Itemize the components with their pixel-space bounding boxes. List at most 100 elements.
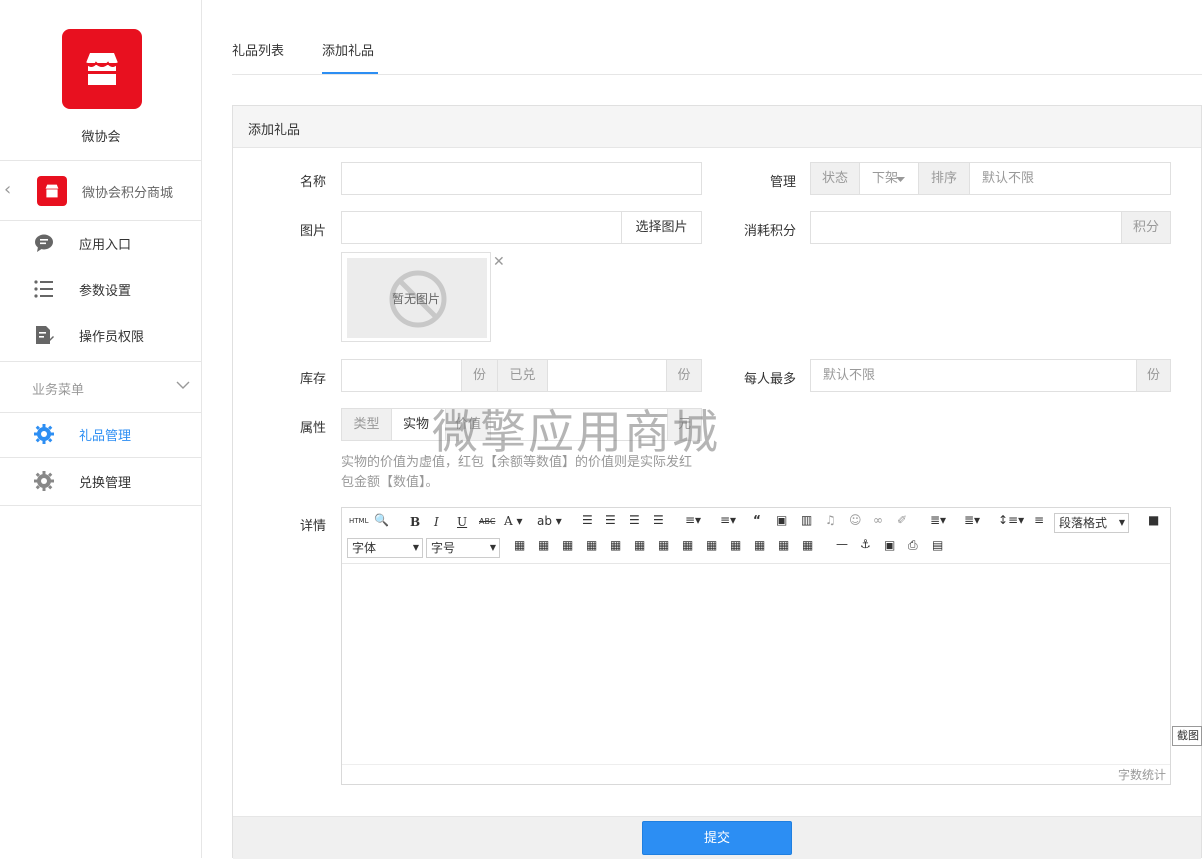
module-logo: [37, 176, 67, 206]
stock-unit: 份: [461, 359, 498, 392]
font-color-icon[interactable]: A ▾: [504, 514, 523, 528]
panel-title: 添加礼品: [248, 123, 301, 138]
chevron-left-icon[interactable]: ‹: [4, 179, 11, 200]
name-input[interactable]: [341, 162, 702, 195]
exchanged-input[interactable]: [547, 359, 668, 392]
paste-icon[interactable]: ▤: [932, 538, 943, 552]
sidebar-item-gift-management[interactable]: 礼品管理: [0, 411, 202, 457]
submit-button[interactable]: 提交: [642, 821, 792, 855]
insert-row-icon[interactable]: ▦: [586, 538, 597, 552]
sidebar-item-operator-permissions[interactable]: 操作员权限: [0, 312, 202, 358]
highlight-icon[interactable]: ab ▾: [537, 514, 562, 528]
align-left-icon[interactable]: ☰: [582, 513, 593, 527]
video-icon[interactable]: ▥: [801, 513, 812, 527]
per-person-input[interactable]: 默认不限: [810, 359, 1137, 392]
choose-image-button[interactable]: 选择图片: [621, 211, 702, 244]
horizontal-rule-icon[interactable]: —: [836, 537, 848, 551]
indent-icon[interactable]: ≡: [1034, 513, 1044, 527]
delete-row-icon[interactable]: ▦: [610, 538, 621, 552]
unordered-list-icon[interactable]: ≡▾: [720, 513, 736, 527]
align-center-icon[interactable]: ☰: [605, 513, 616, 527]
screenshot-button[interactable]: 截图: [1172, 726, 1202, 746]
paragraph-spacing-icon[interactable]: ≣▾: [930, 513, 946, 527]
delete-col-icon[interactable]: ▦: [658, 538, 669, 552]
spacing-after-icon[interactable]: ≣▾: [964, 513, 980, 527]
chat-bubble-icon: [35, 234, 53, 252]
split-cells-icon[interactable]: ▦: [754, 538, 765, 552]
attribute-label: 属性: [299, 421, 326, 436]
insert-col-icon[interactable]: ▦: [634, 538, 645, 552]
sort-input[interactable]: 默认不限: [969, 162, 1171, 195]
align-justify-icon[interactable]: ☰: [653, 513, 664, 527]
sidebar-item-label: 参数设置: [79, 284, 132, 299]
music-icon[interactable]: ♫: [825, 513, 836, 527]
editor-content-area[interactable]: [342, 565, 1170, 764]
table-props-icon[interactable]: ▦: [538, 538, 549, 552]
emoji-icon[interactable]: ☺: [849, 513, 862, 527]
sidebar-item-app-entry[interactable]: 应用入口: [0, 220, 202, 266]
insert-caption-icon[interactable]: ▦: [562, 538, 573, 552]
tab-bar: 礼品列表 添加礼品: [232, 40, 1202, 75]
detail-label: 详情: [299, 519, 326, 534]
caret-down-icon: ▼: [489, 543, 496, 552]
eraser-icon[interactable]: ✐: [897, 513, 907, 527]
html-source-button[interactable]: HTML: [349, 517, 368, 525]
app-logo: [62, 29, 142, 109]
split-cols-icon[interactable]: ▦: [802, 538, 813, 552]
points-input[interactable]: [810, 211, 1122, 244]
status-select[interactable]: 下架: [859, 162, 919, 195]
tab-gift-list[interactable]: 礼品列表: [232, 40, 292, 74]
sidebar-item-exchange-management[interactable]: 兑换管理: [0, 457, 202, 503]
shop-icon: [45, 184, 59, 198]
sidebar-item-label: 兑换管理: [79, 476, 132, 491]
merge-right-icon[interactable]: ▦: [706, 538, 717, 552]
sidebar-item-label: 操作员权限: [79, 330, 145, 345]
tab-add-gift[interactable]: 添加礼品: [322, 40, 378, 74]
font-family-select[interactable]: 字体 ▼: [347, 538, 423, 558]
tab-label: 礼品列表: [232, 44, 285, 59]
ordered-list-icon[interactable]: ≡▾: [685, 513, 701, 527]
module-label: 微协会积分商城: [82, 186, 174, 201]
form-footer: 提交: [233, 816, 1201, 859]
status-value: 下架: [872, 171, 899, 186]
image-url-input[interactable]: [341, 211, 622, 244]
exchanged-unit: 份: [666, 359, 702, 392]
italic-icon[interactable]: I: [434, 515, 439, 529]
align-right-icon[interactable]: ☰: [629, 513, 640, 527]
merge-cells-icon[interactable]: ▦: [682, 538, 693, 552]
bold-icon[interactable]: B: [410, 515, 420, 529]
split-rows-icon[interactable]: ▦: [778, 538, 789, 552]
panel-header: 添加礼品: [233, 106, 1201, 148]
underline-icon[interactable]: U: [457, 515, 467, 529]
print-icon[interactable]: ⎙: [908, 538, 918, 553]
chevron-down-icon[interactable]: [176, 380, 190, 390]
anchor-icon[interactable]: ⚓: [860, 537, 871, 551]
sidebar-item-label: 礼品管理: [79, 429, 132, 444]
module-switcher[interactable]: ‹ 微协会积分商城: [0, 160, 202, 221]
insert-image-icon[interactable]: ▣: [884, 538, 895, 552]
insert-table-icon[interactable]: ▦: [514, 538, 525, 552]
image-icon[interactable]: ▣: [776, 513, 787, 527]
merge-down-icon[interactable]: ▦: [730, 538, 741, 552]
gear-icon: [34, 471, 54, 491]
business-menu-header[interactable]: 业务菜单: [0, 361, 202, 413]
strikethrough-icon[interactable]: ABC: [479, 517, 495, 526]
divider: [0, 505, 202, 506]
stock-input[interactable]: [341, 359, 462, 392]
line-height-icon[interactable]: ↕≡▾: [998, 513, 1024, 527]
font-size-select[interactable]: 字号 ▼: [426, 538, 500, 558]
blockquote-icon[interactable]: “: [753, 513, 761, 527]
select-value: 字号: [431, 541, 456, 555]
link-icon[interactable]: ∞: [873, 513, 883, 527]
close-icon[interactable]: ✕: [493, 254, 505, 270]
fullscreen-icon[interactable]: ■: [1148, 513, 1159, 527]
sort-placeholder: 默认不限: [982, 171, 1035, 186]
paragraph-format-select[interactable]: 段落格式 ▼: [1054, 513, 1129, 533]
watermark: 微擎应用商城: [432, 405, 720, 459]
points-label: 消耗积分: [743, 224, 796, 239]
section-title: 业务菜单: [32, 383, 85, 398]
preview-icon[interactable]: 🔍: [374, 513, 389, 527]
select-value: 字体: [352, 541, 377, 555]
sidebar-item-settings[interactable]: 参数设置: [0, 266, 202, 312]
caret-down-icon: ▼: [412, 543, 419, 552]
